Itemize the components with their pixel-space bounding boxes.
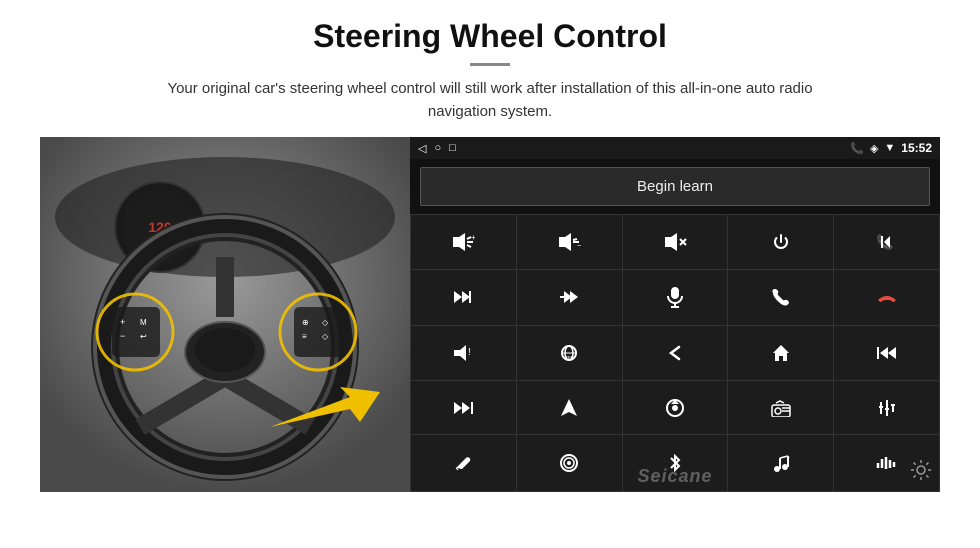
call-button[interactable] xyxy=(728,270,833,326)
status-bar-right: 📞 ◈ ▼ 15:52 xyxy=(850,141,932,155)
svg-text:⊕: ⊕ xyxy=(302,318,309,327)
hang-up-button[interactable] xyxy=(834,270,939,326)
svg-text:−: − xyxy=(577,241,581,250)
vol-down-button[interactable]: − xyxy=(517,215,622,269)
android-screen: ◁ ○ □ 📞 ◈ ▼ 15:52 Begin learn xyxy=(410,137,940,492)
ff2-button[interactable] xyxy=(411,381,516,435)
fast-forward-button[interactable] xyxy=(517,270,622,326)
music-button[interactable]: * xyxy=(728,435,833,491)
bluetooth-button[interactable] xyxy=(623,435,728,491)
svg-text:+: + xyxy=(471,233,475,242)
steering-wheel-image: 120 + − M ↩ xyxy=(40,137,410,492)
status-bar: ◁ ○ □ 📞 ◈ ▼ 15:52 xyxy=(410,137,940,159)
radio-button[interactable] xyxy=(728,381,833,435)
subtitle: Your original car's steering wheel contr… xyxy=(140,78,840,123)
rewind-button[interactable] xyxy=(834,326,939,380)
nav-back-icon[interactable]: ◁ xyxy=(418,142,426,155)
nav-recent-icon[interactable]: □ xyxy=(449,142,456,154)
svg-text:↩: ↩ xyxy=(140,332,147,341)
svg-text:≡: ≡ xyxy=(302,332,307,341)
phone-status-icon: 📞 xyxy=(850,142,864,155)
svg-text:+: + xyxy=(120,317,125,327)
horn-button[interactable]: ! xyxy=(411,326,516,380)
navigation-button[interactable] xyxy=(517,381,622,435)
mute-button[interactable] xyxy=(623,215,728,269)
page-wrapper: Steering Wheel Control Your original car… xyxy=(0,0,980,548)
power-button[interactable] xyxy=(728,215,833,269)
next-track-button[interactable] xyxy=(411,270,516,326)
svg-text:◇: ◇ xyxy=(322,318,329,327)
svg-text:M: M xyxy=(140,318,147,327)
svg-text:*: * xyxy=(787,456,790,463)
gear-icon[interactable] xyxy=(910,459,932,487)
wifi-status-icon: ▼ xyxy=(884,142,895,154)
edit-button[interactable] xyxy=(411,435,516,491)
mic-button[interactable] xyxy=(623,270,728,326)
cam-360-button[interactable]: 360° xyxy=(517,326,622,380)
status-time: 15:52 xyxy=(901,141,932,155)
svg-text:!: ! xyxy=(468,347,471,358)
location-status-icon: ◈ xyxy=(870,142,878,155)
source-button[interactable] xyxy=(623,381,728,435)
eq-button[interactable] xyxy=(834,381,939,435)
controls-grid: + − xyxy=(410,214,940,492)
svg-text:◇: ◇ xyxy=(322,332,329,341)
home-button[interactable] xyxy=(728,326,833,380)
begin-learn-button[interactable]: Begin learn xyxy=(420,167,930,206)
nav-home-icon[interactable]: ○ xyxy=(434,142,441,154)
status-bar-left: ◁ ○ □ xyxy=(418,142,456,155)
menu-button[interactable] xyxy=(517,435,622,491)
svg-text:−: − xyxy=(120,331,125,341)
vol-up-button[interactable]: + xyxy=(411,215,516,269)
phone-prev-button[interactable]: 📞 xyxy=(834,215,939,269)
page-title: Steering Wheel Control xyxy=(313,18,667,55)
svg-text:360°: 360° xyxy=(565,356,575,362)
content-row: 120 + − M ↩ xyxy=(40,137,940,492)
back-button[interactable] xyxy=(623,326,728,380)
title-divider xyxy=(470,63,510,66)
